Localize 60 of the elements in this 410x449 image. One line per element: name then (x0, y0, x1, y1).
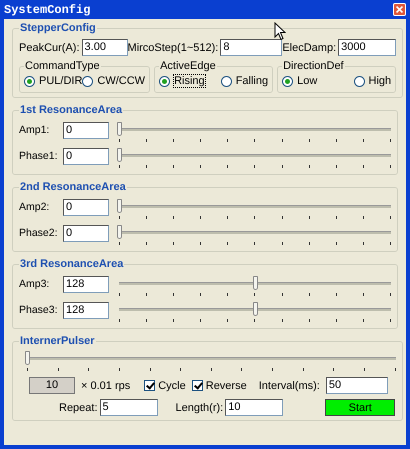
slider-track[interactable] (119, 225, 391, 247)
slider-thumb[interactable] (25, 351, 30, 365)
unit-label: × 0.01 rps (81, 380, 130, 392)
checkbox[interactable]: Cycle (144, 380, 186, 392)
slider-track[interactable] (119, 276, 391, 298)
field-label: Amp3: (19, 277, 50, 292)
group-title: ActiveEdge (159, 60, 217, 72)
group-title: StepperConfig (19, 22, 97, 34)
input-field[interactable]: 128 (63, 302, 109, 319)
group-title: CommandType (24, 60, 101, 72)
radio-button[interactable]: CW/CCW (82, 75, 146, 87)
field-label: MircoStep(1~512): (128, 42, 218, 54)
slider-track[interactable] (27, 351, 396, 373)
field-label: Phase3: (19, 303, 59, 318)
field-label: Amp2: (19, 200, 50, 215)
slider-thumb[interactable] (117, 199, 122, 213)
field-label: Phase2: (19, 226, 59, 241)
speed-readout: 10 (29, 377, 75, 394)
window-title: SystemConfig (4, 2, 90, 16)
slider-thumb[interactable] (253, 276, 258, 290)
field-label: PeakCur(A): (19, 42, 80, 54)
slider-track[interactable] (119, 199, 391, 221)
slider-thumb[interactable] (117, 122, 122, 136)
input-field[interactable]: 0 (63, 148, 109, 165)
slider-thumb[interactable] (253, 302, 258, 316)
input-field[interactable]: 0 (63, 199, 109, 216)
radio-button[interactable]: Falling (220, 75, 268, 87)
radio-button[interactable]: Low (282, 75, 318, 87)
input-field[interactable]: 0 (63, 122, 109, 139)
group-title: InternerPulser (19, 335, 96, 347)
input-field[interactable]: 128 (63, 276, 109, 293)
slider-track[interactable] (119, 148, 391, 170)
radio-button[interactable]: Rising (159, 75, 205, 87)
input-field[interactable]: 5 (100, 399, 158, 416)
field-label: Amp1: (19, 123, 50, 138)
group-title: 1st ResonanceArea (19, 104, 124, 116)
slider-thumb[interactable] (117, 225, 122, 239)
checkbox[interactable]: Reverse (192, 380, 247, 392)
field-label: Repeat: (59, 402, 98, 414)
input-field[interactable]: 10 (225, 399, 284, 416)
field-label: Length(r): (176, 402, 224, 414)
input-field[interactable]: 8 (220, 39, 282, 56)
input-field[interactable]: 50 (326, 377, 388, 394)
radio-button[interactable]: PUL/DIR (24, 75, 82, 87)
radio-button[interactable]: High (354, 75, 392, 87)
slider-track[interactable] (119, 302, 391, 324)
input-field[interactable]: 3.00 (82, 39, 128, 56)
start-button[interactable]: Start (325, 399, 396, 416)
field-label: ElecDamp: (282, 42, 336, 54)
close-icon[interactable] (393, 3, 406, 16)
input-field[interactable]: 0 (63, 225, 109, 242)
slider-thumb[interactable] (117, 148, 122, 162)
group-title: DirectionDef (282, 60, 345, 72)
cursor-icon (274, 22, 286, 41)
input-field[interactable]: 3000 (338, 39, 396, 56)
field-label: Phase1: (19, 149, 59, 164)
group-title: 2nd ResonanceArea (19, 181, 127, 193)
field-label: Interval(ms): (258, 380, 320, 392)
group-title: 3rd ResonanceArea (19, 258, 124, 270)
slider-track[interactable] (119, 122, 391, 144)
